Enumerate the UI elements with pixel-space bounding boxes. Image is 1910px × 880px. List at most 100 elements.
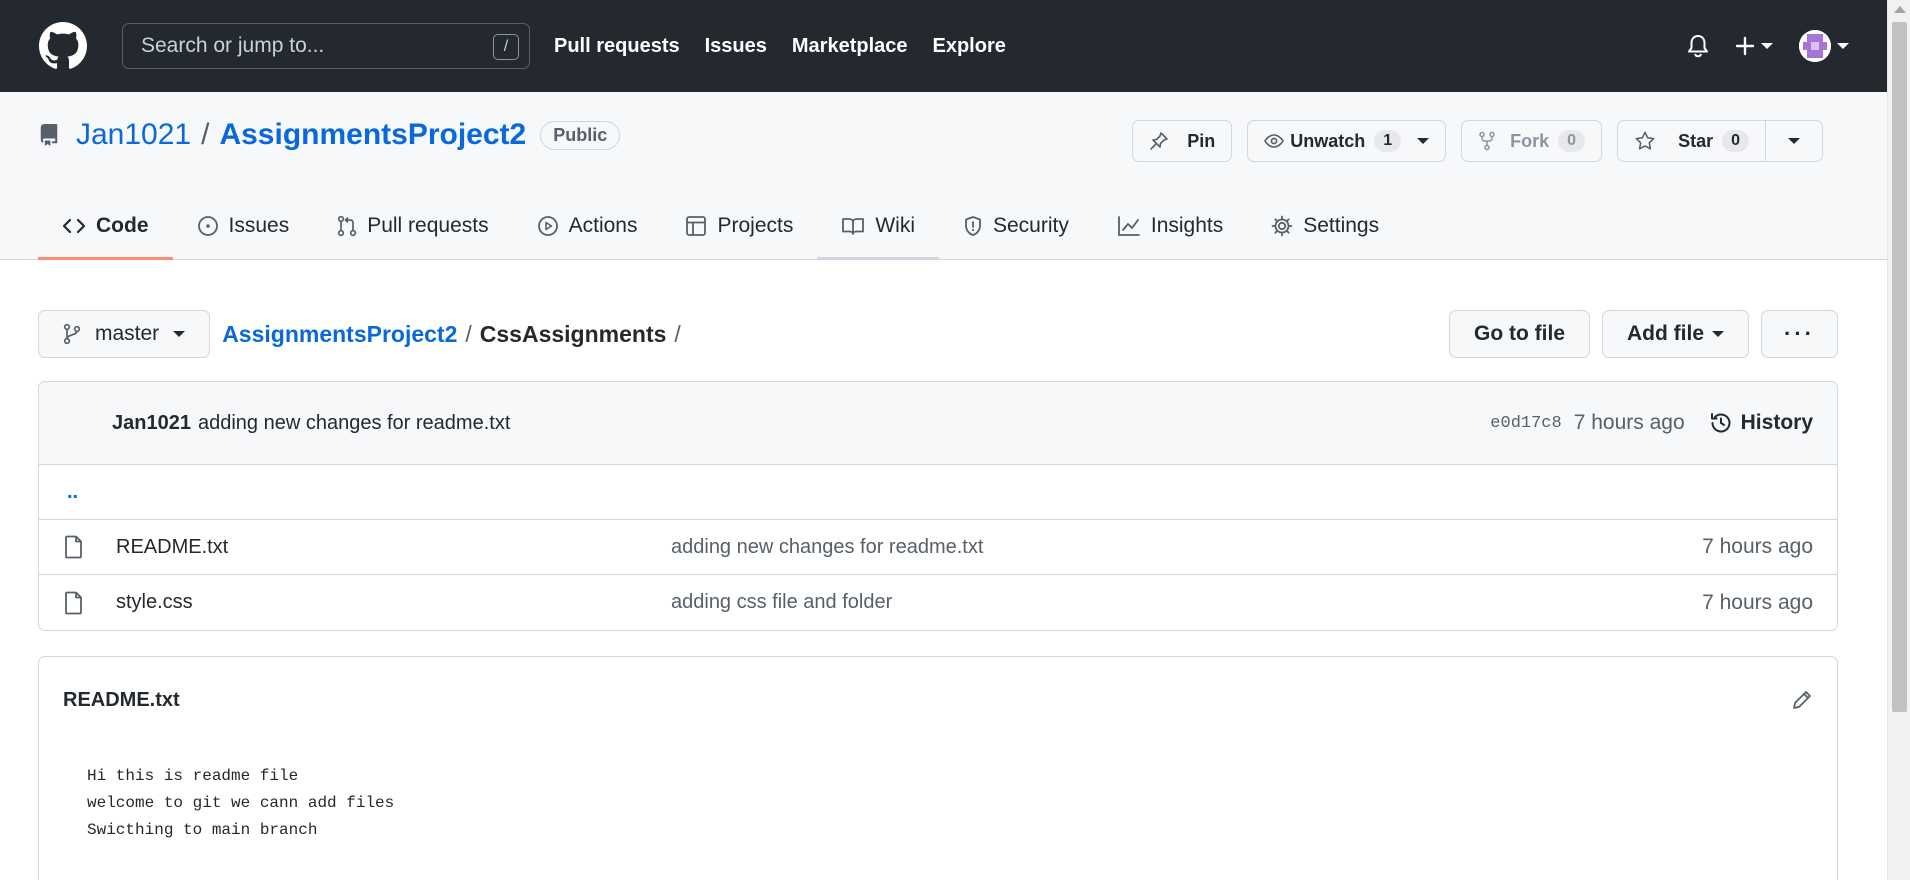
readme-line: welcome to git we cann add files [87,794,395,812]
breadcrumb-current: CssAssignments [479,320,667,347]
scrollbar-thumb[interactable] [1892,22,1907,712]
readme-title: README.txt [63,688,180,711]
readme-content: Hi this is readme file welcome to git we … [39,743,1837,864]
header-actions [1661,30,1849,62]
readme-header: README.txt [39,657,1837,743]
eye-icon [1264,133,1285,149]
tab-wiki[interactable]: Wiki [817,194,939,260]
pencil-icon[interactable] [1791,689,1813,711]
unwatch-label: Unwatch [1290,130,1366,151]
repo-owner-link[interactable]: Jan1021 [76,118,191,152]
chevron-down-icon [1837,43,1849,49]
more-options-button[interactable]: ··· [1761,310,1838,358]
breadcrumb: AssignmentsProject2 / CssAssignments / [222,321,689,348]
chevron-down-icon [1761,43,1773,49]
tab-security[interactable]: Security [939,194,1093,260]
tab-pull-requests[interactable]: Pull requests [313,194,512,260]
user-menu[interactable] [1799,30,1849,62]
star-count: 0 [1722,130,1749,152]
file-list: Jan1021 adding new changes for readme.tx… [38,381,1838,631]
table-row: style.css adding css file and folder 7 h… [39,575,1837,630]
history-link[interactable]: History [1709,411,1813,435]
book-icon [842,217,865,235]
fork-button[interactable]: Fork 0 [1461,120,1603,162]
commit-sha[interactable]: e0d17c8 [1490,414,1561,433]
nav-issues[interactable]: Issues [705,35,767,58]
issue-icon [197,215,218,236]
create-new-plus-icon[interactable] [1735,36,1773,56]
star-icon [1634,130,1656,152]
pull-request-icon [338,215,357,236]
pin-icon [1149,131,1169,151]
tab-actions[interactable]: Actions [513,194,662,260]
tab-wiki-label: Wiki [875,213,915,237]
play-icon [537,215,558,236]
file-commit-message[interactable]: adding css file and folder [671,591,892,614]
table-row: README.txt adding new changes for readme… [39,520,1837,575]
star-list-dropdown[interactable] [1766,120,1823,162]
go-to-file-button[interactable]: Go to file [1449,310,1591,358]
commit-meta: e0d17c8 7 hours ago History [1490,411,1813,435]
history-icon [1710,413,1731,433]
commit-message[interactable]: adding new changes for readme.txt [198,412,510,435]
tab-security-label: Security [993,213,1069,237]
github-logo-icon[interactable] [38,21,88,71]
breadcrumb-separator: / [674,320,681,347]
bell-icon[interactable] [1687,34,1709,58]
nav-explore[interactable]: Explore [933,35,1006,58]
tab-insights[interactable]: Insights [1093,194,1247,260]
parent-directory-row[interactable]: .. [39,465,1837,520]
table-icon [686,215,707,236]
file-name-link[interactable]: style.css [116,591,671,614]
fork-icon [1478,131,1496,151]
branch-selector[interactable]: master [38,310,211,358]
commit-author[interactable]: Jan1021 [112,412,191,435]
readme-panel: README.txt Hi this is readme file welcome… [38,656,1838,880]
repo-name-link[interactable]: AssignmentsProject2 [219,118,526,152]
file-navigation: master AssignmentsProject2 / CssAssignme… [38,310,1838,358]
file-commit-time: 7 hours ago [1702,590,1813,614]
global-header: Search or jump to... / Pull requests Iss… [0,0,1887,92]
repo-header: Jan1021 / AssignmentsProject2 Public Pin… [0,92,1887,260]
history-label: History [1740,411,1813,434]
search-input[interactable]: Search or jump to... / [122,23,530,69]
pin-button[interactable]: Pin [1132,120,1233,162]
tab-issues[interactable]: Issues [173,194,314,260]
scroll-up-arrow-icon[interactable] [1894,6,1906,13]
file-commit-time: 7 hours ago [1702,535,1813,558]
global-nav: Pull requests Issues Marketplace Explore [554,35,1031,58]
watch-count: 1 [1374,130,1402,152]
file-commit-message[interactable]: adding new changes for readme.txt [671,536,983,559]
git-branch-icon [63,323,81,345]
commit-time: 7 hours ago [1573,411,1685,434]
tab-code[interactable]: Code [38,194,173,260]
parent-directory-link[interactable]: .. [63,481,78,504]
tab-actions-label: Actions [568,213,638,237]
repo-title-separator: / [201,118,210,151]
chevron-down-icon [1788,138,1800,144]
star-button[interactable]: Star 0 [1617,120,1766,162]
tab-issues-label: Issues [228,213,290,237]
nav-marketplace[interactable]: Marketplace [792,35,908,58]
kebab-horizontal-icon: ··· [1784,321,1815,346]
search-placeholder: Search or jump to... [141,34,325,57]
file-name-link[interactable]: README.txt [116,536,671,559]
latest-commit: Jan1021 adding new changes for readme.tx… [39,382,1837,465]
shield-icon [965,215,981,236]
breadcrumb-root-link[interactable]: AssignmentsProject2 [222,321,457,348]
nav-pull-requests[interactable]: Pull requests [554,35,680,58]
search-shortcut-key: / [493,34,519,60]
tab-projects[interactable]: Projects [661,194,817,260]
page-scrollbar[interactable] [1887,0,1910,880]
gear-icon [1271,215,1293,236]
tab-settings[interactable]: Settings [1247,194,1403,260]
tab-pull-requests-label: Pull requests [367,213,489,237]
avatar [1799,30,1831,62]
file-icon [64,535,100,559]
unwatch-button[interactable]: Unwatch 1 [1247,120,1447,162]
file-nav-actions: Go to file Add file ··· [1437,310,1838,358]
fork-label: Fork [1510,130,1550,151]
chevron-down-icon [1417,138,1430,144]
add-file-button[interactable]: Add file [1602,310,1750,358]
readme-line: Hi this is readme file [87,767,299,785]
